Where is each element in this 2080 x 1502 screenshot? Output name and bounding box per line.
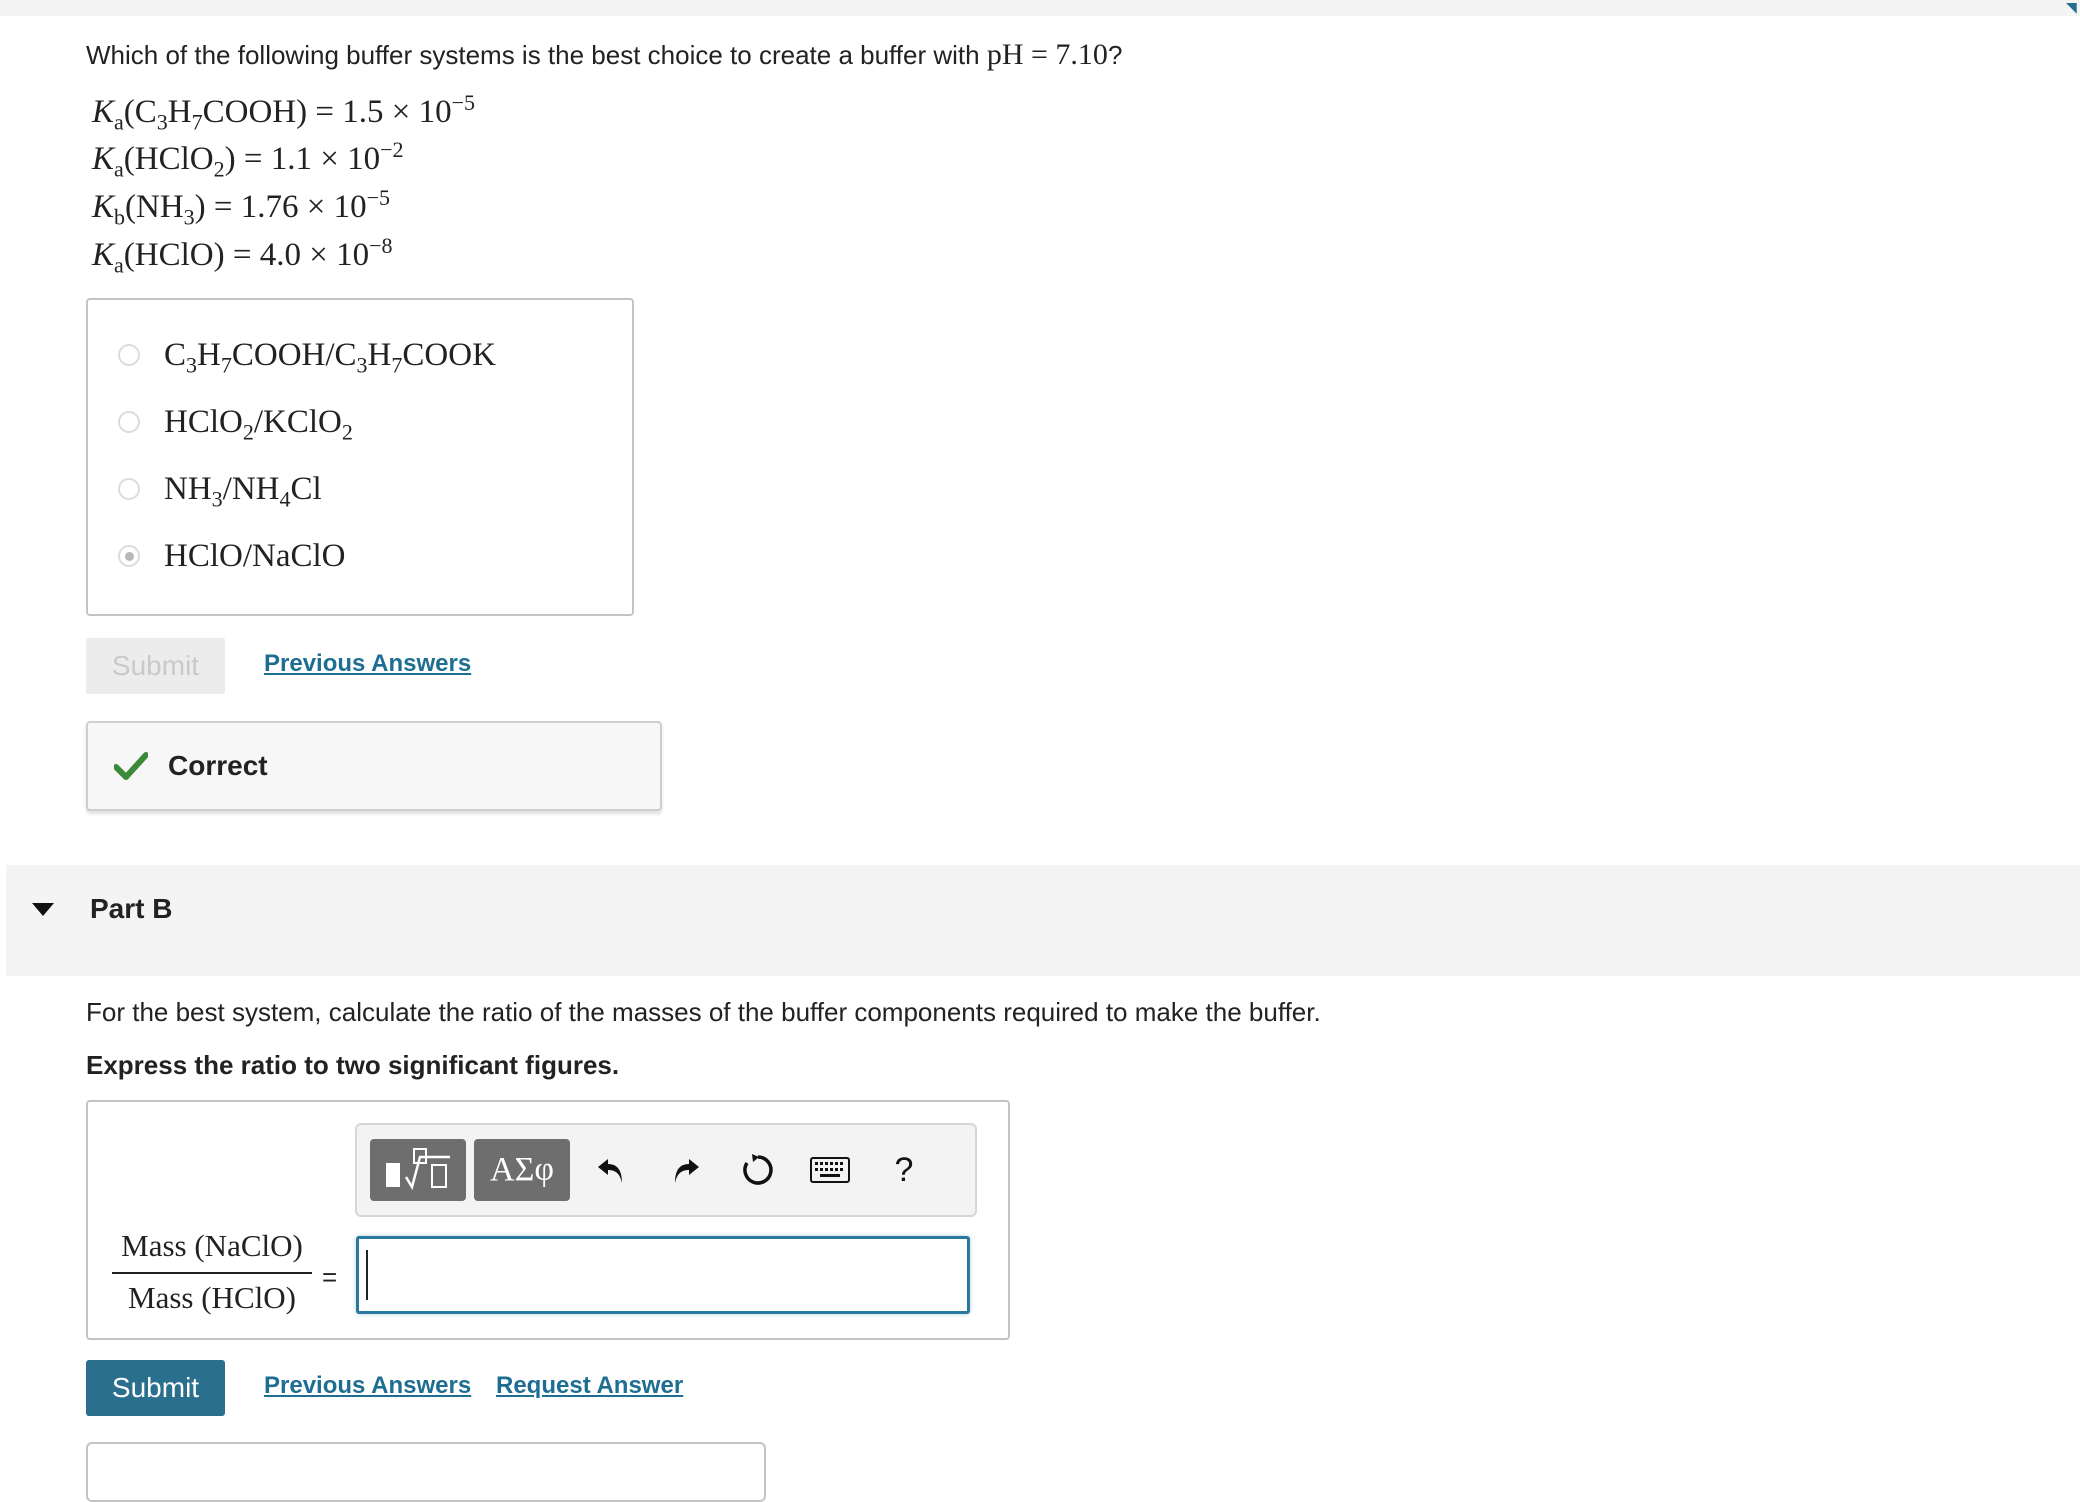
math-toolbar: ΑΣφ ? [355, 1123, 977, 1217]
constant-4-sub: a [114, 252, 124, 278]
undo-icon[interactable] [588, 1141, 634, 1199]
choice-2[interactable]: HClO2/KClO2 [118, 402, 353, 445]
part-b-submit-button[interactable]: Submit [86, 1360, 225, 1416]
feedback-text: Correct [168, 750, 268, 781]
part-b-header[interactable] [6, 865, 2080, 976]
question-ph: pH = 7.10 [986, 38, 1108, 71]
collapse-caret-icon[interactable] [32, 903, 54, 916]
part-b-prompt: For the best system, calculate the ratio… [86, 997, 1321, 1027]
text-cursor [366, 1250, 368, 1300]
checkmark-icon [114, 752, 148, 780]
answer-input[interactable] [356, 1236, 970, 1314]
constant-4-body: (HClO) = 4.0 × 10−8 [123, 233, 393, 274]
part-b-instruction: Express the ratio to two significant fig… [86, 1050, 620, 1080]
fraction-denominator: Mass (HClO) [128, 1280, 296, 1315]
radio-button[interactable] [118, 478, 140, 500]
reset-icon[interactable] [735, 1141, 781, 1199]
constant-4: Ka(HClO) = 4.0 × 10−8 [92, 233, 393, 278]
radio-button[interactable] [118, 411, 140, 433]
constant-1-body: (C3H7COOH) = 1.5 × 10−5 [123, 90, 476, 135]
choice-label: NH3/NH4Cl [164, 470, 322, 512]
next-feedback-box [86, 1442, 766, 1502]
radio-button[interactable] [118, 545, 140, 567]
top-bar [0, 0, 2080, 16]
constant-3-body: (NH3) = 1.76 × 10−5 [125, 185, 391, 230]
fraction-bar [112, 1272, 312, 1274]
choice-3[interactable]: NH3/NH4Cl [118, 469, 322, 512]
part-a-submit-button: Submit [86, 638, 225, 694]
greek-symbols-button[interactable]: ΑΣφ [474, 1139, 570, 1201]
choice-label: HClO2/KClO2 [164, 403, 353, 445]
keyboard-icon[interactable] [807, 1141, 853, 1199]
constant-3-sub: b [114, 204, 126, 230]
question-lead: Which of the following buffer systems is… [86, 40, 980, 70]
choice-4[interactable]: HClO/NaClO [118, 536, 346, 576]
redo-icon[interactable] [663, 1141, 709, 1199]
part-a-previous-answers-link[interactable]: Previous Answers [264, 650, 471, 678]
question-end: ? [1107, 40, 1123, 70]
part-b-title[interactable]: Part B [90, 893, 172, 925]
feedback-box: Correct [86, 721, 662, 811]
constant-1: Ka(C3H7COOH) = 1.5 × 10−5 [92, 90, 476, 135]
constant-2: Ka(HClO2) = 1.1 × 10−2 [92, 137, 404, 182]
templates-button[interactable] [370, 1139, 466, 1201]
choice-1[interactable]: C3H7COOH/C3H7COOK [118, 335, 496, 378]
request-answer-link[interactable]: Request Answer [496, 1372, 683, 1400]
choice-label: HClO/NaClO [164, 537, 346, 574]
radio-button[interactable] [118, 344, 140, 366]
templates-icon [386, 1148, 450, 1191]
choice-label: C3H7COOH/C3H7COOK [164, 336, 496, 378]
corner-arrow-icon[interactable]: ◥ [2066, 0, 2080, 14]
constant-3: Kb(NH3) = 1.76 × 10−5 [92, 185, 391, 230]
constant-1-sub: a [114, 109, 124, 135]
equals-sign: = [322, 1262, 338, 1292]
mass-ratio-fraction: Mass (NaClO) Mass (HClO) [112, 1228, 312, 1316]
fraction-numerator: Mass (NaClO) [121, 1228, 303, 1263]
part-b-previous-answers-link[interactable]: Previous Answers [264, 1372, 471, 1400]
constant-2-sub: a [114, 156, 124, 182]
constant-2-body: (HClO2) = 1.1 × 10−2 [123, 137, 404, 182]
question-text: Which of the following buffer systems is… [86, 38, 1122, 72]
help-button[interactable]: ? [881, 1141, 927, 1199]
